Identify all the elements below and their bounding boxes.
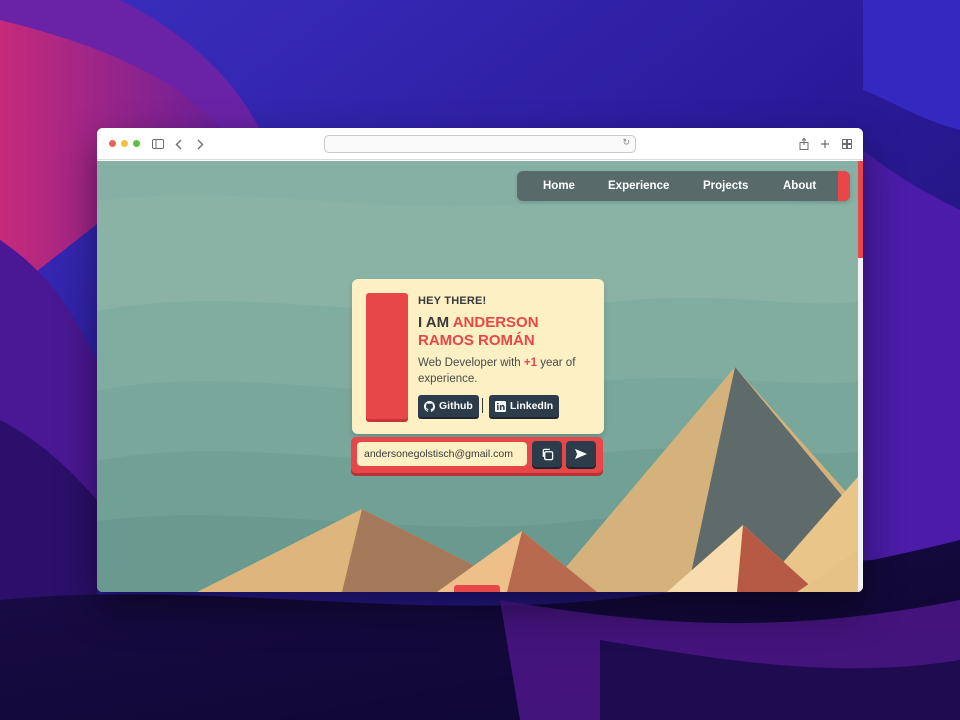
main-nav: Home Experience Projects About xyxy=(517,171,850,201)
address-bar[interactable]: ↻ xyxy=(324,135,636,153)
github-button[interactable]: Github xyxy=(418,395,479,417)
linkedin-label: LinkedIn xyxy=(510,400,554,412)
nav-item-projects[interactable]: Projects xyxy=(703,171,748,201)
email-field[interactable] xyxy=(357,442,527,466)
nav-item-about[interactable]: About xyxy=(783,171,816,201)
button-separator xyxy=(482,398,483,413)
scrollbar[interactable] xyxy=(858,161,863,592)
headline-intro: I AM xyxy=(418,314,453,331)
hero-description: Web Developer with +1 year of experience… xyxy=(418,355,598,387)
card-accent-block xyxy=(366,293,408,419)
send-icon xyxy=(575,448,587,460)
zoom-window-button[interactable] xyxy=(133,140,140,147)
intro-card: HEY THERE! I AM ANDERSON RAMOS ROMÁN Web… xyxy=(352,279,604,434)
share-icon[interactable] xyxy=(797,136,811,152)
linkedin-button[interactable]: LinkedIn xyxy=(489,395,560,417)
hero-headline: I AM ANDERSON RAMOS ROMÁN xyxy=(418,314,598,350)
close-window-button[interactable] xyxy=(109,140,116,147)
linkedin-icon xyxy=(495,400,506,412)
nav-item-experience[interactable]: Experience xyxy=(608,171,669,201)
nav-item-home[interactable]: Home xyxy=(543,171,575,201)
page-viewport: Home Experience Projects About HEY THERE… xyxy=(97,161,863,592)
browser-window: ↻ Home Experience Projects About HEY THE… xyxy=(97,128,863,592)
desc-before: Web Developer with xyxy=(418,357,524,369)
sidebar-icon[interactable] xyxy=(151,136,165,152)
copy-icon xyxy=(542,448,553,460)
reload-icon[interactable]: ↻ xyxy=(622,137,630,148)
greeting-text: HEY THERE! xyxy=(418,295,487,307)
nav-accent-bar xyxy=(838,171,850,201)
plus-icon[interactable] xyxy=(818,136,832,152)
github-label: Github xyxy=(439,400,473,412)
browser-toolbar: ↻ xyxy=(97,128,863,160)
github-icon xyxy=(424,400,435,412)
chevron-right-icon[interactable] xyxy=(193,136,207,152)
grid-icon[interactable] xyxy=(840,136,854,152)
email-bar xyxy=(351,437,603,473)
minimize-window-button[interactable] xyxy=(121,140,128,147)
send-email-button[interactable] xyxy=(566,441,596,467)
scrollbar-thumb[interactable] xyxy=(858,161,863,258)
desc-highlight: +1 xyxy=(523,357,538,369)
chevron-left-icon[interactable] xyxy=(171,136,185,152)
bottom-accent-tab xyxy=(454,585,500,592)
copy-email-button[interactable] xyxy=(532,441,562,467)
